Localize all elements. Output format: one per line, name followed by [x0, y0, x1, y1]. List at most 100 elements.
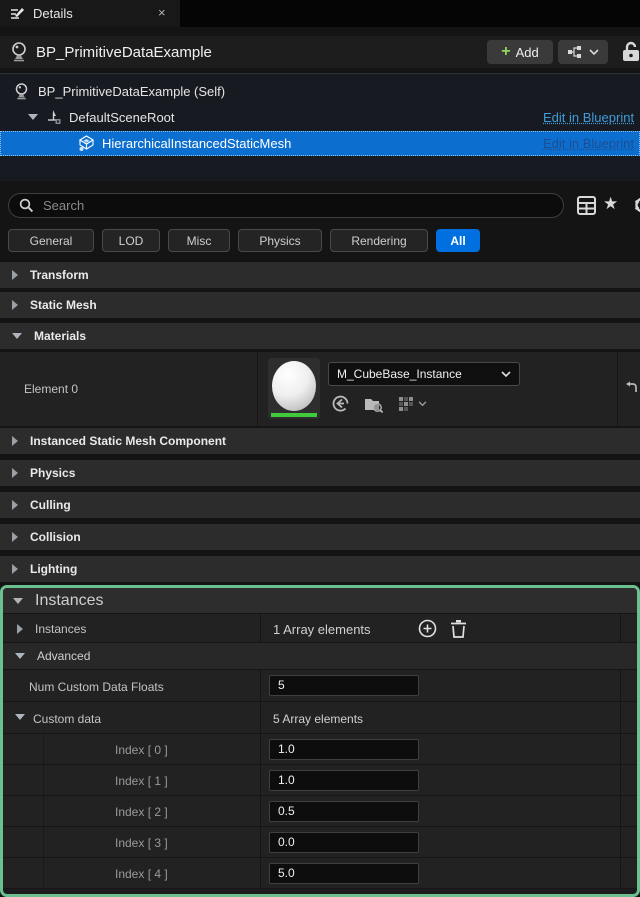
expander-right-icon [12, 468, 18, 478]
search-input[interactable] [41, 197, 495, 214]
filter-general[interactable]: General [8, 229, 94, 252]
column-splitter[interactable] [260, 858, 261, 888]
index-3-label: Index [ 3 ] [115, 836, 168, 850]
subcategory-advanced[interactable]: Advanced [3, 643, 637, 670]
tab-bar: Details × [0, 0, 640, 27]
index-0-field[interactable] [269, 739, 419, 760]
category-label: Static Mesh [30, 298, 97, 312]
search-bar[interactable] [8, 193, 564, 218]
instances-array-row: Instances 1 Array elements [3, 614, 637, 643]
gutter-divider [620, 614, 621, 642]
num-custom-data-floats-label: Num Custom Data Floats [29, 680, 164, 694]
custom-data-label: Custom data [33, 712, 101, 726]
num-custom-data-floats-input[interactable] [270, 676, 408, 692]
category-physics[interactable]: Physics [0, 460, 640, 488]
column-splitter[interactable] [260, 614, 261, 642]
index-1-input[interactable] [270, 771, 408, 787]
category-static-mesh[interactable]: Static Mesh [0, 292, 640, 320]
edit-in-blueprint-link[interactable]: Edit in Blueprint [543, 136, 634, 151]
expander-right-icon [12, 436, 18, 446]
index-1-field[interactable] [269, 770, 419, 791]
filter-misc[interactable]: Misc [168, 229, 230, 252]
scene-component-icon [46, 109, 62, 125]
index-2-label: Index [ 2 ] [115, 805, 168, 819]
reset-to-default-icon[interactable] [624, 381, 638, 395]
custom-data-count: 5 Array elements [273, 712, 363, 726]
category-culling[interactable]: Culling [0, 492, 640, 520]
tab-title: Details [33, 6, 73, 21]
expander-right-icon [12, 270, 18, 280]
index-0-input[interactable] [270, 740, 408, 756]
category-transform[interactable]: Transform [0, 262, 640, 290]
category-materials[interactable]: Materials [0, 323, 640, 351]
expander-right-icon[interactable] [17, 624, 23, 634]
index-4-input[interactable] [270, 864, 408, 880]
expander-down-icon[interactable] [28, 114, 38, 120]
column-splitter[interactable] [260, 827, 261, 857]
expander-down-icon [15, 653, 25, 659]
index-0-label: Index [ 0 ] [115, 743, 168, 757]
material-element-label: Element 0 [24, 382, 78, 396]
delete-trash-icon[interactable] [450, 619, 467, 638]
browse-to-asset-icon[interactable] [364, 395, 384, 413]
edit-in-blueprint-link[interactable]: Edit in Blueprint [543, 110, 634, 125]
index-3-field[interactable] [269, 832, 419, 853]
custom-data-row: Custom data 5 Array elements [3, 702, 637, 734]
material-thumbnail[interactable] [268, 358, 320, 419]
category-instances[interactable]: Instances [3, 588, 637, 614]
filter-rendering[interactable]: Rendering [330, 229, 428, 252]
tab-close-icon[interactable]: × [158, 5, 166, 20]
num-custom-data-floats-row: Num Custom Data Floats [3, 670, 637, 702]
instances-highlight-box: Instances Instances 1 Array elements [0, 585, 640, 897]
indent-guide [43, 734, 44, 889]
filter-all[interactable]: All [436, 229, 480, 252]
gutter-divider [617, 352, 618, 426]
column-splitter[interactable] [260, 796, 261, 826]
index-2-field[interactable] [269, 801, 419, 822]
num-custom-data-floats-field[interactable] [269, 675, 419, 696]
lock-icon[interactable] [620, 40, 640, 64]
category-lighting[interactable]: Lighting [0, 556, 640, 584]
index-3-row: Index [ 3 ] [3, 827, 637, 858]
chevron-down-icon [589, 49, 599, 56]
settings-gear-icon[interactable] [634, 196, 640, 214]
category-label: Collision [30, 530, 81, 544]
expander-right-icon [12, 564, 18, 574]
tree-row-defaultsceneroot[interactable]: DefaultSceneRoot Edit in Blueprint [0, 105, 640, 129]
column-splitter[interactable] [257, 352, 258, 426]
column-splitter[interactable] [260, 734, 261, 764]
material-asset-dropdown[interactable]: M_CubeBase_Instance [328, 362, 520, 386]
column-splitter[interactable] [260, 702, 261, 733]
category-label: Instances [35, 592, 103, 610]
category-ismc[interactable]: Instanced Static Mesh Component [0, 428, 640, 456]
material-element-row: Element 0 [0, 352, 640, 427]
add-component-button[interactable]: + Add [487, 40, 553, 64]
details-panel: Details × BP_PrimitiveDataExample + Add [0, 0, 640, 897]
instances-array-label: Instances [35, 622, 86, 636]
gutter-divider [620, 702, 621, 733]
tab-details[interactable]: Details × [0, 0, 180, 27]
index-0-row: Index [ 0 ] [3, 734, 637, 765]
material-asset-name: M_CubeBase_Instance [337, 367, 462, 381]
category-collision[interactable]: Collision [0, 524, 640, 552]
blueprint-edit-dropdown-button[interactable] [558, 40, 608, 64]
convert-pattern-icon[interactable] [398, 396, 427, 412]
tree-row-hism-selected[interactable]: HierarchicalInstancedStaticMesh Edit in … [0, 131, 640, 156]
use-selected-asset-icon[interactable] [331, 394, 350, 413]
column-splitter[interactable] [260, 670, 261, 701]
expander-down-icon [13, 598, 23, 604]
index-4-field[interactable] [269, 863, 419, 884]
filter-physics[interactable]: Physics [238, 229, 322, 252]
gutter-divider [620, 827, 621, 857]
expander-down-icon[interactable] [15, 714, 25, 720]
column-splitter[interactable] [260, 765, 261, 795]
favorites-star-icon[interactable]: ★ [603, 194, 618, 214]
display-settings-icon[interactable] [577, 196, 596, 215]
index-1-row: Index [ 1 ] [3, 765, 637, 796]
index-2-input[interactable] [270, 802, 408, 818]
tree-row-self[interactable]: BP_PrimitiveDataExample (Self) [0, 79, 640, 103]
instanced-mesh-icon [78, 135, 95, 152]
add-element-icon[interactable] [418, 619, 437, 638]
index-3-input[interactable] [270, 833, 408, 849]
filter-lod[interactable]: LOD [102, 229, 160, 252]
